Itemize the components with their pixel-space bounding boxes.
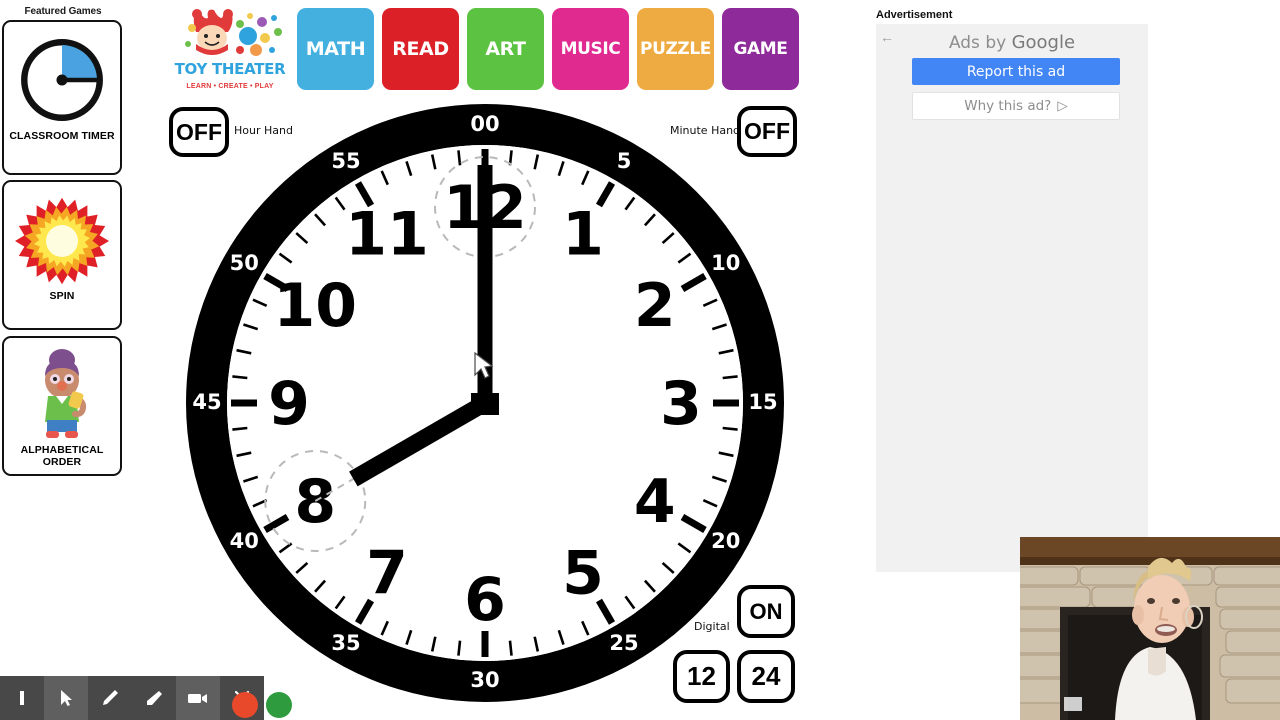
nav-button-art[interactable]: ART: [467, 8, 544, 90]
eraser-tool[interactable]: [132, 676, 176, 720]
hour-hand-toggle[interactable]: OFF: [169, 107, 229, 157]
app-root: Featured Games CLASSROOM TIMER SPIN ALPH…: [0, 0, 1280, 720]
logo-wordmark: TOY THEATER: [174, 60, 286, 78]
category-navbar: MATH READ ART MUSIC PUZZLE GAME: [297, 8, 799, 90]
clock-hour-numeral: 6: [464, 565, 506, 635]
logo-tagline: LEARN • CREATE • PLAY: [186, 83, 274, 90]
clock-hour-numeral: 3: [660, 369, 702, 439]
ads-by-text: Ads by: [948, 33, 1012, 53]
clock-minute-numeral: 5: [617, 149, 632, 173]
record-dot[interactable]: [232, 692, 258, 718]
why-this-ad-button[interactable]: Why this ad? ▷: [912, 92, 1120, 120]
google-brand-text: Google: [1011, 32, 1076, 53]
clock-hour-numeral: 8: [294, 467, 336, 537]
nav-button-read[interactable]: READ: [382, 8, 459, 90]
starburst-icon: [15, 194, 109, 288]
clock-minute-numeral: 55: [331, 149, 360, 173]
toy-theater-logo[interactable]: TOY THEATER LEARN • CREATE • PLAY: [170, 6, 290, 94]
advertisement-label: Advertisement: [876, 9, 953, 21]
pie-timer-icon: [16, 34, 108, 126]
nav-button-music[interactable]: MUSIC: [552, 8, 629, 90]
clock-hour-numeral: 4: [634, 467, 676, 537]
hour-hand-label: Hour Hand: [234, 124, 293, 137]
play-triangle-icon: ▷: [1057, 98, 1068, 114]
screen-recorder-toolbar: [0, 676, 264, 720]
digital-toggle[interactable]: ON: [737, 585, 795, 638]
clock-minute-numeral: 35: [331, 631, 360, 655]
clock-hour-numeral: 5: [562, 539, 604, 609]
nav-button-puzzle[interactable]: PUZZLE: [637, 8, 714, 90]
analog-clock[interactable]: 00510152025303540455055121234567891011: [177, 103, 793, 703]
recording-indicators: [232, 692, 292, 718]
cursor-arrow-icon: [61, 690, 72, 706]
sidebar-item-spin[interactable]: SPIN: [2, 180, 122, 330]
clock-minute-numeral: 30: [470, 668, 499, 692]
why-this-ad-label: Why this ad?: [964, 98, 1052, 114]
pause-tool[interactable]: [0, 676, 44, 720]
minute-hand-label: Minute Hand: [670, 124, 741, 137]
sidebar-item-classroom-timer[interactable]: CLASSROOM TIMER: [2, 20, 122, 175]
clock-minute-numeral: 25: [609, 631, 638, 655]
webcam-overlay[interactable]: [1020, 537, 1280, 720]
character-icon: [24, 346, 100, 442]
sidebar-item-label: ALPHABETICAL ORDER: [20, 444, 104, 468]
advertisement-panel: ← Ads by Google Report this ad Why this …: [876, 24, 1148, 572]
clock-minute-numeral: 50: [230, 251, 259, 275]
clock-minute-numeral: 00: [470, 112, 499, 136]
digital-label: Digital: [694, 620, 730, 633]
video-camera-icon: [188, 694, 207, 703]
format-24-button[interactable]: 24: [737, 650, 795, 703]
clock-hour-numeral: 7: [366, 539, 408, 609]
clock-minute-numeral: 10: [711, 251, 740, 275]
clock-hour-numeral: 1: [562, 199, 604, 269]
minute-hand-toggle[interactable]: OFF: [737, 106, 797, 157]
nav-button-game[interactable]: GAME: [722, 8, 799, 90]
ads-by-google-label: Ads by Google: [876, 32, 1148, 53]
clock-minute-numeral: 20: [711, 529, 740, 553]
eraser-icon: [147, 691, 162, 705]
pen-tool[interactable]: [88, 676, 132, 720]
clock-minute-numeral: 40: [230, 529, 259, 553]
sidebar-item-label: CLASSROOM TIMER: [9, 130, 115, 142]
sidebar-item-label: SPIN: [49, 290, 75, 302]
clock-minute-numeral: 45: [192, 390, 221, 414]
clock-minute-numeral: 15: [748, 390, 777, 414]
clock-hour-numeral: 11: [345, 199, 429, 269]
format-12-button[interactable]: 12: [673, 650, 730, 703]
clock-hour-numeral: 9: [268, 369, 310, 439]
sidebar-item-alphabetical-order[interactable]: ALPHABETICAL ORDER: [2, 336, 122, 476]
clock-hour-numeral: 10: [274, 271, 358, 341]
clock-hour-numeral: 2: [634, 271, 676, 341]
report-this-ad-button[interactable]: Report this ad: [912, 58, 1120, 85]
status-dot[interactable]: [266, 692, 292, 718]
featured-games-sidebar: Featured Games CLASSROOM TIMER SPIN ALPH…: [0, 0, 126, 720]
pause-icon: [20, 691, 24, 705]
pencil-icon: [103, 690, 118, 705]
nav-button-math[interactable]: MATH: [297, 8, 374, 90]
sidebar-title: Featured Games: [24, 6, 102, 17]
cursor-tool[interactable]: [44, 676, 88, 720]
camera-tool[interactable]: [176, 676, 220, 720]
